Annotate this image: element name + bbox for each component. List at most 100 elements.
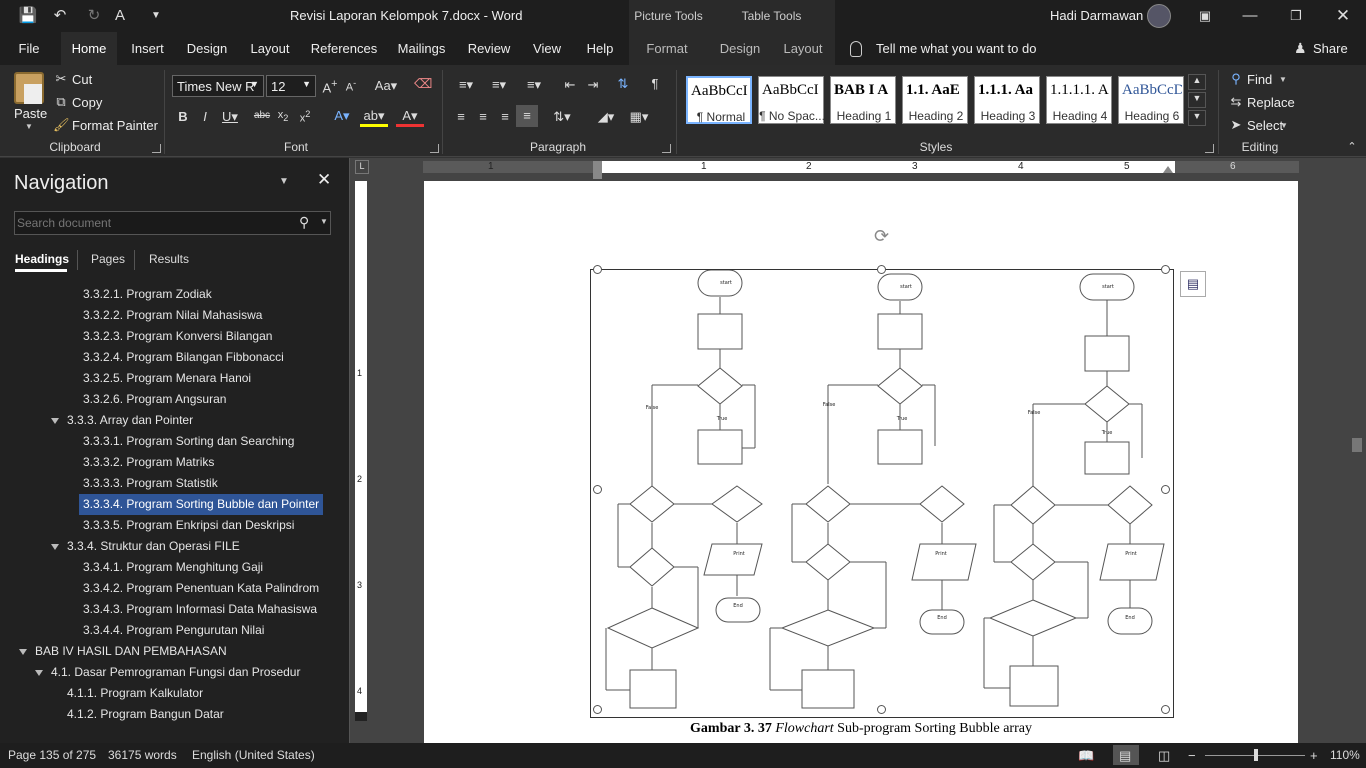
word-count[interactable]: 36175 words — [108, 748, 177, 762]
bold-icon[interactable]: B — [176, 109, 190, 124]
nav-heading-item[interactable]: 3.3.3. Array dan Pointer — [67, 410, 193, 431]
style-normal[interactable]: AaBbCcI ¶ Normal — [686, 76, 752, 124]
nav-close-icon[interactable]: ✕ — [317, 170, 331, 190]
select-button[interactable]: Select — [1247, 118, 1283, 133]
scrollbar-thumb[interactable] — [1352, 438, 1362, 452]
clipboard-launcher[interactable] — [152, 144, 161, 153]
change-case-icon[interactable]: Aa▾ — [372, 78, 400, 94]
italic-icon[interactable]: I — [198, 109, 212, 124]
bullets-icon[interactable]: ≡▾ — [452, 77, 480, 93]
numbering-icon[interactable]: ≡▾ — [485, 77, 513, 93]
shading-icon[interactable]: ◢▾ — [592, 109, 620, 125]
search-dropdown-icon[interactable]: ▼ — [320, 217, 328, 226]
share-button[interactable]: Share — [1313, 41, 1348, 56]
font-size-select[interactable]: 12 ▼ — [266, 75, 316, 97]
find-dropdown-icon[interactable]: ▼ — [1279, 75, 1287, 84]
nav-heading-item[interactable]: 3.3.4.1. Program Menghitung Gaji — [83, 557, 263, 578]
cut-button[interactable]: Cut — [72, 72, 92, 87]
sort-icon[interactable]: ⇅ — [614, 76, 632, 92]
style-no-spacing[interactable]: AaBbCcI ¶ No Spac... — [758, 76, 825, 124]
nav-heading-item[interactable]: 3.3.2.3. Program Konversi Bilangan — [83, 326, 272, 347]
nav-heading-item[interactable]: 3.3.2.6. Program Angsuran — [83, 389, 226, 410]
vertical-scrollbar[interactable] — [1350, 181, 1364, 741]
zoom-out-icon[interactable]: − — [1188, 748, 1196, 763]
collapse-triangle-icon[interactable] — [19, 649, 27, 655]
align-left-icon[interactable]: ≡ — [452, 109, 470, 124]
font-color-icon[interactable]: A▾ — [396, 108, 424, 127]
align-right-icon[interactable]: ≡ — [496, 109, 514, 124]
nav-heading-item[interactable]: 4.1. Dasar Pemrograman Fungsi dan Prosed… — [51, 662, 300, 683]
redo-icon[interactable]: ↻ — [84, 6, 104, 26]
styles-scroll-up-icon[interactable]: ▲ — [1188, 74, 1206, 90]
underline-icon[interactable]: U▾ — [220, 109, 240, 125]
zoom-level[interactable]: 110% — [1330, 748, 1360, 762]
undo-icon[interactable]: ↶ — [50, 6, 70, 26]
paste-dropdown-icon[interactable]: ▼ — [25, 122, 33, 131]
zoom-in-icon[interactable]: + — [1310, 748, 1318, 763]
tab-help[interactable]: Help — [581, 32, 619, 65]
strikethrough-icon[interactable]: abc — [252, 110, 272, 121]
restore-icon[interactable]: ❐ — [1286, 6, 1306, 26]
style-heading-6[interactable]: AaBbCcD Heading 6 — [1118, 76, 1184, 124]
search-input[interactable] — [17, 214, 287, 232]
print-layout-icon[interactable]: ▤ — [1119, 748, 1131, 764]
tab-review[interactable]: Review — [465, 32, 513, 65]
superscript-icon[interactable]: x2 — [298, 109, 312, 125]
find-button[interactable]: Find — [1247, 72, 1272, 87]
layout-options-icon[interactable]: ▤ — [1180, 271, 1206, 297]
minimize-icon[interactable]: — — [1240, 6, 1260, 26]
tab-view[interactable]: View — [527, 32, 567, 65]
share-person-icon[interactable]: ♟ — [1294, 40, 1307, 57]
replace-button[interactable]: Replace — [1247, 95, 1295, 110]
tab-design[interactable]: Design — [182, 32, 232, 65]
format-icon[interactable]: A — [110, 6, 130, 26]
right-indent-marker[interactable] — [1163, 166, 1173, 173]
nav-tab-results[interactable]: Results — [149, 252, 189, 266]
nav-heading-item[interactable]: 3.3.3.3. Program Statistik — [83, 473, 218, 494]
nav-tab-headings[interactable]: Headings — [15, 252, 69, 266]
subscript-icon[interactable]: x2 — [276, 109, 290, 123]
ribbon-display-icon[interactable]: ▣ — [1195, 6, 1215, 26]
avatar[interactable] — [1147, 4, 1171, 28]
nav-heading-item[interactable]: 3.3.2.4. Program Bilangan Fibbonacci — [83, 347, 284, 368]
borders-icon[interactable]: ▦▾ — [625, 109, 653, 125]
highlight-icon[interactable]: ab▾ — [360, 108, 388, 127]
nav-heading-item[interactable]: 3.3.2.2. Program Nilai Mahasiswa — [83, 305, 262, 326]
tab-mailings[interactable]: Mailings — [393, 32, 450, 65]
nav-heading-item[interactable]: 3.3.3.1. Program Sorting dan Searching — [83, 431, 294, 452]
rotate-handle-icon[interactable]: ⟳ — [874, 226, 889, 247]
clear-formatting-icon[interactable]: ⌫ — [414, 76, 432, 92]
nav-heading-item[interactable]: BAB IV HASIL DAN PEMBAHASAN — [35, 641, 227, 662]
language[interactable]: English (United States) — [192, 748, 315, 762]
tab-home[interactable]: Home — [61, 32, 117, 65]
tab-references[interactable]: References — [309, 32, 379, 65]
font-launcher[interactable] — [430, 144, 439, 153]
nav-heading-item[interactable]: 3.3.4.3. Program Informasi Data Mahasisw… — [83, 599, 317, 620]
show-formatting-icon[interactable]: ¶ — [646, 76, 664, 91]
nav-heading-item[interactable]: 3.3.2.5. Program Menara Hanoi — [83, 368, 251, 389]
collapse-triangle-icon[interactable] — [35, 670, 43, 676]
style-heading-3[interactable]: 1.1.1. Aa Heading 3 — [974, 76, 1040, 124]
page-count[interactable]: Page 135 of 275 — [8, 748, 96, 762]
collapse-triangle-icon[interactable] — [51, 418, 59, 424]
close-icon[interactable]: ✕ — [1333, 6, 1353, 26]
search-document-box[interactable]: ⚲ ▼ — [14, 211, 331, 235]
tab-file[interactable]: File — [10, 32, 48, 65]
multilevel-list-icon[interactable]: ≡▾ — [520, 77, 548, 93]
vertical-ruler[interactable] — [355, 181, 367, 721]
increase-indent-icon[interactable]: ⇥ — [584, 77, 602, 93]
tab-layout[interactable]: Layout — [245, 32, 295, 65]
grow-font-icon[interactable]: A+ — [322, 78, 338, 95]
save-icon[interactable]: 💾 — [18, 6, 38, 26]
justify-icon[interactable]: ≡ — [516, 105, 538, 127]
nav-heading-item[interactable]: 3.3.3.2. Program Matriks — [83, 452, 214, 473]
nav-heading-item[interactable]: 4.1.1. Program Kalkulator — [67, 683, 203, 704]
style-heading-1[interactable]: BAB I A Heading 1 — [830, 76, 896, 124]
paragraph-launcher[interactable] — [662, 144, 671, 153]
customize-qat-icon[interactable]: ▼ — [146, 6, 166, 26]
indent-marker[interactable] — [593, 161, 602, 179]
nav-heading-item[interactable]: 4.1.2. Program Bangun Datar — [67, 704, 224, 725]
decrease-indent-icon[interactable]: ⇤ — [561, 77, 579, 93]
nav-tab-pages[interactable]: Pages — [91, 252, 125, 266]
collapse-ribbon-icon[interactable]: ⌃ — [1344, 140, 1360, 153]
